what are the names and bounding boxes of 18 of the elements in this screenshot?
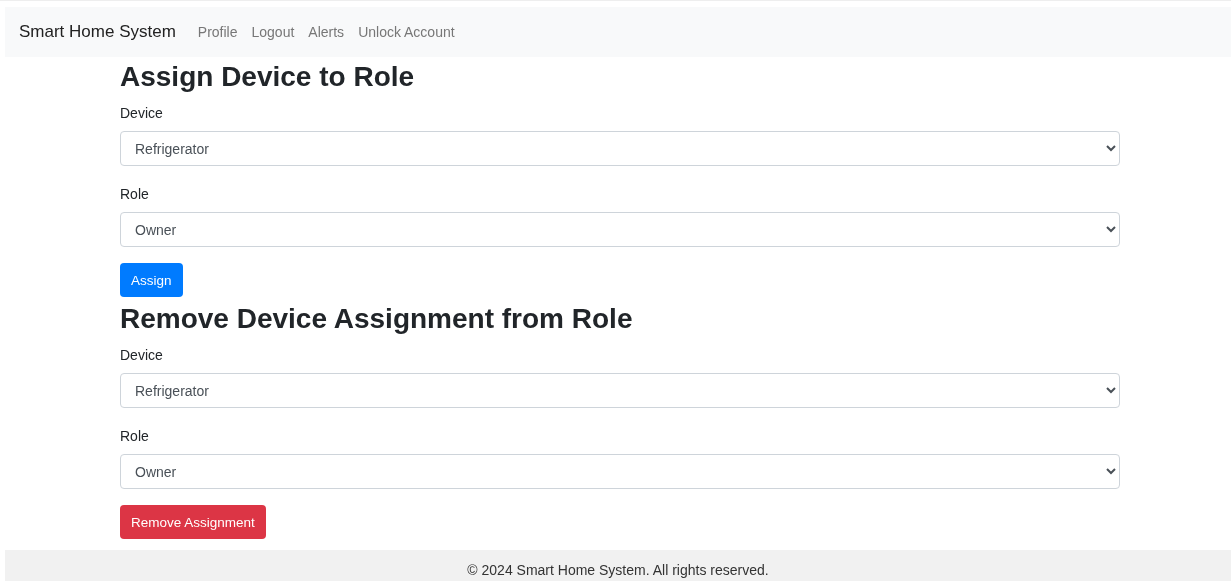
copyright-text: © 2024 Smart Home System. All rights reserved.	[467, 562, 769, 580]
nav-link[interactable]: Alerts	[308, 24, 345, 40]
form-heading: Remove Device Assignment from Role	[120, 302, 633, 336]
dropdown-field[interactable]: Owner	[120, 454, 1120, 489]
form-heading: Assign Device to Role	[120, 60, 415, 94]
nav-link[interactable]: Unlock Account	[358, 24, 455, 40]
dropdown-field[interactable]: Refrigerator	[120, 373, 1120, 408]
dropdown-field[interactable]: Owner	[120, 212, 1120, 247]
nav-link[interactable]: Profile	[197, 24, 238, 40]
field-label: Device	[120, 104, 163, 123]
remove-button[interactable]: Remove Assignment	[120, 505, 266, 539]
field-label: Role	[120, 185, 149, 204]
field-label: Role	[120, 427, 149, 446]
brand-link[interactable]: Smart Home System	[19, 22, 176, 42]
nav-link[interactable]: Logout	[251, 24, 295, 40]
assign-button[interactable]: Assign	[120, 263, 183, 297]
field-label: Device	[120, 346, 163, 365]
dropdown-field[interactable]: Refrigerator	[120, 131, 1120, 166]
